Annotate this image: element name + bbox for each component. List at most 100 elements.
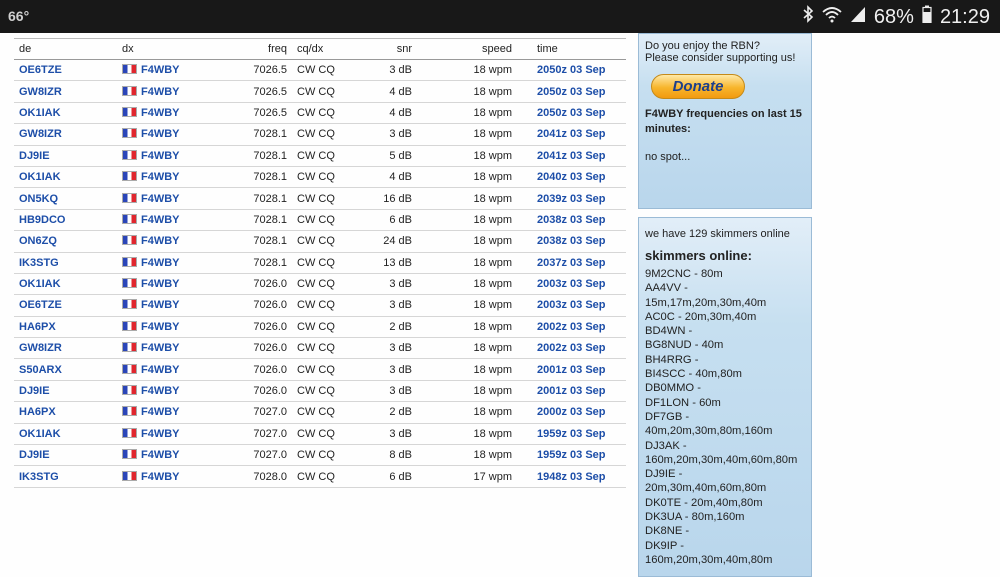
- dx-callsign-link[interactable]: F4WBY: [141, 86, 180, 98]
- time-link[interactable]: 1959z 03 Sep: [537, 428, 606, 440]
- spotter-callsign-link[interactable]: OK1IAK: [19, 171, 61, 183]
- spotter-callsign-link[interactable]: OK1IAK: [19, 428, 61, 440]
- dx-callsign-link[interactable]: F4WBY: [141, 214, 180, 226]
- spotter-callsign-link[interactable]: GW8IZR: [19, 342, 62, 354]
- spotter-callsign-link[interactable]: DJ9IE: [19, 449, 50, 461]
- skimmers-box: we have 129 skimmers online skimmers onl…: [638, 217, 812, 577]
- dx-callsign-link[interactable]: F4WBY: [141, 193, 180, 205]
- dx-callsign-link[interactable]: F4WBY: [141, 171, 180, 183]
- time-link[interactable]: 1948z 03 Sep: [537, 471, 606, 483]
- support-text-line1: Do you enjoy the RBN?: [645, 40, 760, 52]
- speed-cell: 18 wpm: [417, 166, 517, 189]
- column-header-snr[interactable]: snr: [352, 39, 417, 60]
- time-link[interactable]: 2050z 03 Sep: [537, 64, 606, 76]
- spotter-callsign-link[interactable]: OE6TZE: [19, 299, 62, 311]
- time-link[interactable]: 2038z 03 Sep: [537, 235, 606, 247]
- dx-callsign-link[interactable]: F4WBY: [141, 471, 180, 483]
- time-link[interactable]: 2001z 03 Sep: [537, 385, 606, 397]
- column-header-freq[interactable]: freq: [222, 39, 292, 60]
- dx-callsign-cell: F4WBY: [117, 465, 222, 488]
- spotter-callsign-link[interactable]: IK3STG: [19, 257, 59, 269]
- time-link[interactable]: 1959z 03 Sep: [537, 449, 606, 461]
- dx-callsign-cell: F4WBY: [117, 123, 222, 146]
- time-link[interactable]: 2001z 03 Sep: [537, 364, 606, 376]
- time-link[interactable]: 2041z 03 Sep: [537, 150, 606, 162]
- dx-callsign-link[interactable]: F4WBY: [141, 299, 180, 311]
- speed-cell: 18 wpm: [417, 209, 517, 232]
- time-link[interactable]: 2002z 03 Sep: [537, 342, 606, 354]
- dx-callsign-link[interactable]: F4WBY: [141, 321, 180, 333]
- snr-cell: 3 dB: [352, 423, 417, 446]
- spotter-callsign-link[interactable]: GW8IZR: [19, 86, 62, 98]
- spotter-callsign-link[interactable]: DJ9IE: [19, 385, 50, 397]
- time-link[interactable]: 2038z 03 Sep: [537, 214, 606, 226]
- time-link[interactable]: 2003z 03 Sep: [537, 299, 606, 311]
- table-row: GW8IZR F4WBY 7026.0 CW CQ 3 dB 18 wpm 2002z 03…: [14, 337, 626, 360]
- column-header-time[interactable]: time: [517, 39, 626, 60]
- dx-callsign-link[interactable]: F4WBY: [141, 364, 180, 376]
- column-header-dx[interactable]: dx: [117, 39, 222, 60]
- dx-callsign-link[interactable]: F4WBY: [141, 406, 180, 418]
- dx-callsign-cell: F4WBY: [117, 316, 222, 339]
- spotter-callsign-cell: DJ9IE: [14, 444, 117, 467]
- snr-cell: 4 dB: [352, 102, 417, 125]
- spotter-callsign-link[interactable]: HA6PX: [19, 321, 56, 333]
- time-link[interactable]: 2041z 03 Sep: [537, 128, 606, 140]
- spotter-callsign-link[interactable]: OK1IAK: [19, 278, 61, 290]
- spotter-callsign-link[interactable]: HA6PX: [19, 406, 56, 418]
- column-header-speed[interactable]: speed: [417, 39, 517, 60]
- time-link[interactable]: 2040z 03 Sep: [537, 171, 606, 183]
- spotter-callsign-link[interactable]: ON5KQ: [19, 193, 58, 205]
- spotter-callsign-link[interactable]: OE6TZE: [19, 64, 62, 76]
- dx-callsign-link[interactable]: F4WBY: [141, 107, 180, 119]
- frequency-cell: 7028.1: [222, 123, 292, 146]
- spotter-callsign-cell: OK1IAK: [14, 273, 117, 296]
- time-cell: 2050z 03 Sep: [517, 59, 626, 82]
- dx-callsign-link[interactable]: F4WBY: [141, 235, 180, 247]
- dx-callsign-link[interactable]: F4WBY: [141, 449, 180, 461]
- spotter-callsign-link[interactable]: S50ARX: [19, 364, 62, 376]
- france-flag-icon: [122, 449, 137, 460]
- time-cell: 2050z 03 Sep: [517, 80, 626, 103]
- time-link[interactable]: 2050z 03 Sep: [537, 107, 606, 119]
- time-link[interactable]: 2003z 03 Sep: [537, 278, 606, 290]
- column-header-de[interactable]: de: [14, 39, 117, 60]
- spotter-callsign-link[interactable]: IK3STG: [19, 471, 59, 483]
- time-link[interactable]: 2037z 03 Sep: [537, 257, 606, 269]
- snr-cell: 2 dB: [352, 401, 417, 424]
- donate-button[interactable]: Donate: [651, 74, 745, 99]
- cqdx-cell: CW CQ: [292, 465, 352, 488]
- dx-callsign-link[interactable]: F4WBY: [141, 428, 180, 440]
- cqdx-cell: CW CQ: [292, 316, 352, 339]
- time-link[interactable]: 2039z 03 Sep: [537, 193, 606, 205]
- frequency-cell: 7028.1: [222, 166, 292, 189]
- table-row: DJ9IE F4WBY 7026.0 CW CQ 3 dB 18 wpm 2001z 03 …: [14, 380, 626, 403]
- time-link[interactable]: 2002z 03 Sep: [537, 321, 606, 333]
- dx-callsign-link[interactable]: F4WBY: [141, 128, 180, 140]
- dx-callsign-cell: F4WBY: [117, 166, 222, 189]
- france-flag-icon: [122, 342, 137, 353]
- spotter-callsign-link[interactable]: HB9DCO: [19, 214, 65, 226]
- dx-callsign-link[interactable]: F4WBY: [141, 64, 180, 76]
- column-header-cqdx[interactable]: cq/dx: [292, 39, 352, 60]
- cqdx-cell: CW CQ: [292, 358, 352, 381]
- spotter-callsign-cell: S50ARX: [14, 358, 117, 381]
- spotter-callsign-link[interactable]: ON6ZQ: [19, 235, 57, 247]
- spotter-callsign-link[interactable]: DJ9IE: [19, 150, 50, 162]
- spotter-callsign-cell: ON6ZQ: [14, 230, 117, 253]
- spotter-callsign-link[interactable]: OK1IAK: [19, 107, 61, 119]
- time-link[interactable]: 2000z 03 Sep: [537, 406, 606, 418]
- dx-callsign-link[interactable]: F4WBY: [141, 278, 180, 290]
- dx-callsign-link[interactable]: F4WBY: [141, 150, 180, 162]
- time-link[interactable]: 2050z 03 Sep: [537, 86, 606, 98]
- cqdx-cell: CW CQ: [292, 401, 352, 424]
- spotter-callsign-cell: HA6PX: [14, 401, 117, 424]
- france-flag-icon: [122, 85, 137, 96]
- cqdx-cell: CW CQ: [292, 444, 352, 467]
- speed-cell: 18 wpm: [417, 187, 517, 210]
- skimmer-list-item: DF1LON - 60m: [645, 396, 721, 409]
- dx-callsign-link[interactable]: F4WBY: [141, 342, 180, 354]
- spotter-callsign-link[interactable]: GW8IZR: [19, 128, 62, 140]
- dx-callsign-link[interactable]: F4WBY: [141, 257, 180, 269]
- dx-callsign-link[interactable]: F4WBY: [141, 385, 180, 397]
